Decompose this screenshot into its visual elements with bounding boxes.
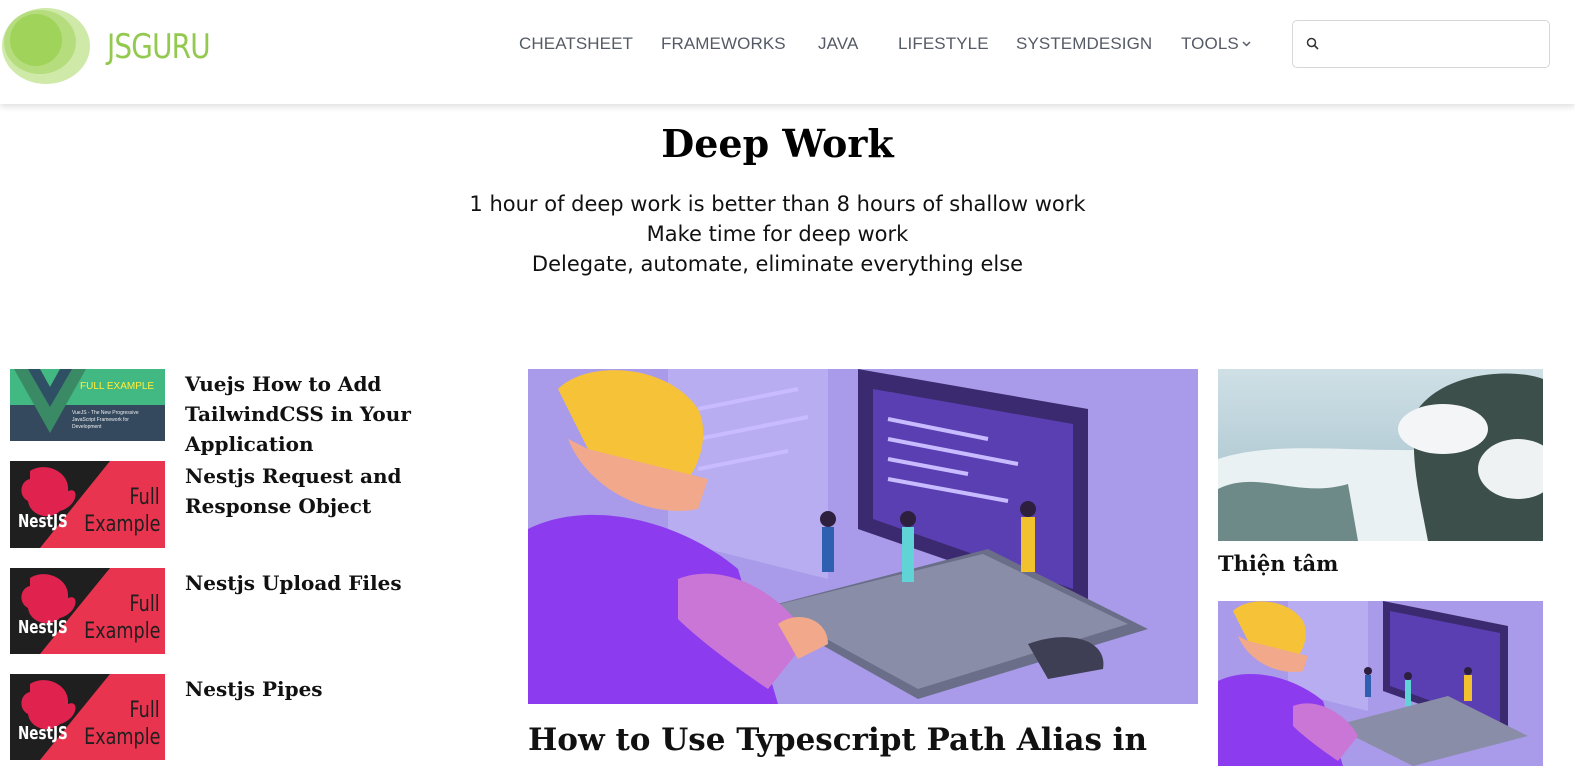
nestjs-thumbnail[interactable]: NestJS Full Example <box>10 568 165 654</box>
badge-example: Example <box>83 619 160 644</box>
nav-lifestyle[interactable]: LIFESTYLE <box>898 34 989 54</box>
nav-cheatsheet[interactable]: CHEATSHEET <box>519 34 633 54</box>
page-title: Deep Work <box>661 121 894 166</box>
nestjs-thumbnail[interactable]: NestJS Full Example <box>10 461 165 548</box>
post-title[interactable]: Nestjs Upload Files <box>185 568 500 598</box>
search-icon <box>1306 37 1319 50</box>
nav-frameworks[interactable]: FRAMEWORKS <box>661 34 786 54</box>
hero-line-2: Make time for deep work <box>646 222 909 246</box>
brand-name[interactable]: JSGURU <box>107 27 211 67</box>
nav-systemdesign[interactable]: SYSTEMDESIGN <box>1016 34 1152 54</box>
post-title[interactable]: Nestjs Request and Response Object <box>185 461 500 521</box>
nav-java[interactable]: JAVA <box>818 34 858 54</box>
featured-image[interactable] <box>528 369 1198 704</box>
sidebar-image-mountains[interactable] <box>1218 369 1543 541</box>
chevron-down-icon <box>1242 41 1251 47</box>
nestjs-thumbnail[interactable]: NestJS Full Example <box>10 674 165 760</box>
vue-thumbnail[interactable]: FULL EXAMPLE VueJS - The New Progressive… <box>10 369 165 441</box>
hero-line-1: 1 hour of deep work is better than 8 hou… <box>469 192 1086 216</box>
nestjs-logo-text: NestJS <box>18 511 68 532</box>
nestjs-logo-text: NestJS <box>18 617 68 638</box>
post-title[interactable]: Vuejs How to Add TailwindCSS in Your App… <box>185 369 500 459</box>
list-item[interactable]: FULL EXAMPLE VueJS - The New Progressive… <box>10 369 500 456</box>
badge-full: Full <box>129 592 160 617</box>
site-header: JSGURU CHEATSHEET FRAMEWORKS JAVA LIFEST… <box>0 0 1575 104</box>
nav-tools[interactable]: TOOLS <box>1181 34 1251 54</box>
list-item[interactable]: NestJS Full Example Nestjs Upload Files <box>10 568 500 654</box>
nav-tools-label: TOOLS <box>1181 34 1239 53</box>
full-example-badge: FULL EXAMPLE <box>80 381 155 392</box>
featured-title[interactable]: How to Use Typescript Path Alias in <box>528 722 1208 758</box>
post-title[interactable]: Nestjs Pipes <box>185 674 500 704</box>
thumbnail-caption: VueJS - The New Progressive JavaScript F… <box>72 410 139 430</box>
list-item[interactable]: NestJS Full Example Nestjs Request and R… <box>10 461 500 548</box>
badge-full: Full <box>129 698 160 723</box>
badge-example: Example <box>83 512 160 537</box>
sidebar-post-title[interactable]: Thiện tâm <box>1218 551 1338 576</box>
sidebar-image-typescript[interactable] <box>1218 601 1543 766</box>
list-item[interactable]: NestJS Full Example Nestjs Pipes <box>10 674 500 760</box>
search-input[interactable] <box>1327 31 1541 59</box>
badge-example: Example <box>83 725 160 750</box>
logo-icon[interactable] <box>0 4 92 86</box>
badge-full: Full <box>129 485 160 510</box>
hero-line-3: Delegate, automate, eliminate everything… <box>531 252 1024 276</box>
nestjs-logo-text: NestJS <box>18 723 68 744</box>
search-box[interactable] <box>1292 20 1550 68</box>
